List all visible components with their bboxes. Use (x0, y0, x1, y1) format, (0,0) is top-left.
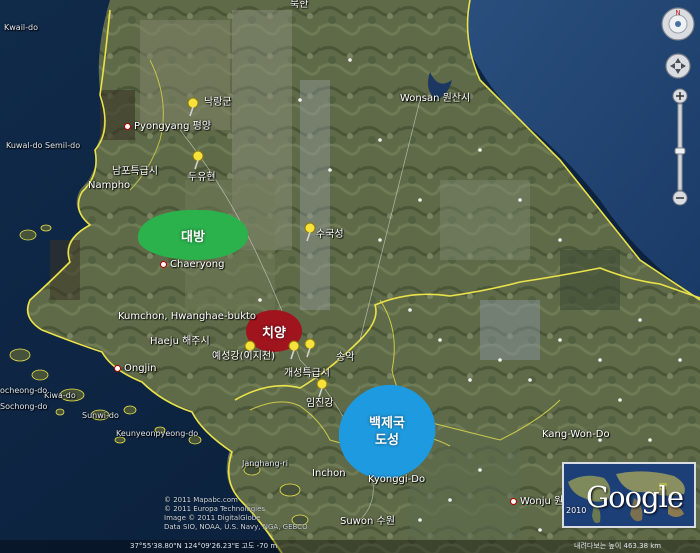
copyright-line-1: © 2011 Mapabc.com (164, 496, 238, 504)
kyeongyeon-label: Keunyeonpyeong-do (116, 429, 199, 438)
nampo-city-label: 남포특급시 (112, 166, 158, 177)
baekje-region-label: 백제국 도성 (369, 416, 405, 449)
songak-label: 송악 (336, 352, 355, 363)
janggu-label: Janghang-ri (242, 459, 288, 468)
gaeseong-label: 개성특급시 (284, 368, 330, 379)
ocheong-label: ocheong-do (0, 386, 48, 395)
incheon-label: Inchon (312, 468, 346, 479)
suguk-label: 수국성 (316, 229, 344, 240)
copyright-line-4: Data SIO, NOAA, U.S. Navy, NGA, GEBCO (164, 523, 308, 531)
pushpin-icon[interactable] (314, 378, 330, 398)
ongjin-text: Ongjin (124, 363, 157, 374)
copyright-line-3: Image © 2011 DigitalGlobe (164, 514, 261, 522)
google-earth-map[interactable]: 대방 치양 백제국 도성 북한 Kwail-do Pyongyang 평양 낙랑… (0, 0, 700, 553)
pushpin-icon[interactable] (302, 338, 318, 358)
kuwaldo-label: Kwail-do (4, 23, 38, 32)
daebang-region-label: 대방 (181, 229, 205, 245)
kuwaldo3-label: Kiwa-do (44, 391, 76, 400)
pushpin-icon[interactable] (185, 97, 201, 117)
pushpin-icon[interactable] (286, 340, 302, 360)
look-control[interactable]: N (660, 6, 696, 48)
overview-year: 2010 (566, 506, 587, 515)
daebang-region[interactable]: 대방 (138, 210, 248, 260)
duyu-label: 두유현 (188, 172, 216, 183)
wonsan-label: Wonsan 원산시 (400, 93, 471, 104)
haeju-label: Haeju 해주시 (150, 336, 210, 347)
google-logo: Google (586, 480, 684, 514)
move-control[interactable] (664, 52, 692, 86)
copyright-line-2: © 2011 Europa Technologies (164, 505, 266, 513)
nanggu-label: 낙랑군 (204, 97, 232, 108)
gangwon-label: Kang-Won-Do (542, 429, 610, 440)
imjin-label: 임진강 (306, 398, 334, 409)
pyongyang-label[interactable]: Pyongyang 평양 (124, 121, 211, 133)
jiyang-region-label: 치양 (262, 325, 286, 341)
coordinate-readout: 37°55'38.80"N 124°09'26.23"E 고도 -70 m (130, 542, 278, 550)
yesong-label: 예성강(이지천) (212, 351, 276, 362)
kumchon-label: Kumchon, Hwanghae-bukto (118, 311, 257, 322)
north-label: 북한 (290, 0, 309, 10)
suwon-label: Suwon 수원 (340, 516, 395, 527)
north-indicator: N (675, 9, 680, 17)
pushpin-icon[interactable] (190, 150, 206, 170)
ongjin-label[interactable]: Ongjin (114, 363, 156, 375)
sochong-label: Sochong-do (0, 402, 48, 411)
status-bar: 37°55'38.80"N 124°09'26.23"E 고도 -70 m 내려… (0, 540, 700, 553)
sungwi-label: Sunwi-do (82, 411, 119, 420)
kyonggi-label: Kyonggi-Do (368, 474, 426, 485)
chaeryong-text: Chaeryong (170, 259, 225, 270)
chaeryong-label[interactable]: Chaeryong (160, 259, 224, 271)
kuwaldo2-label: Kuwal-do Semil-do (6, 141, 81, 150)
nampo-label: Nampho (88, 180, 131, 191)
eye-altitude-readout: 내려다보는 높이 463.38 km (574, 542, 662, 550)
zoom-slider[interactable] (670, 88, 690, 208)
pyongyang-text: Pyongyang 평양 (134, 121, 212, 132)
